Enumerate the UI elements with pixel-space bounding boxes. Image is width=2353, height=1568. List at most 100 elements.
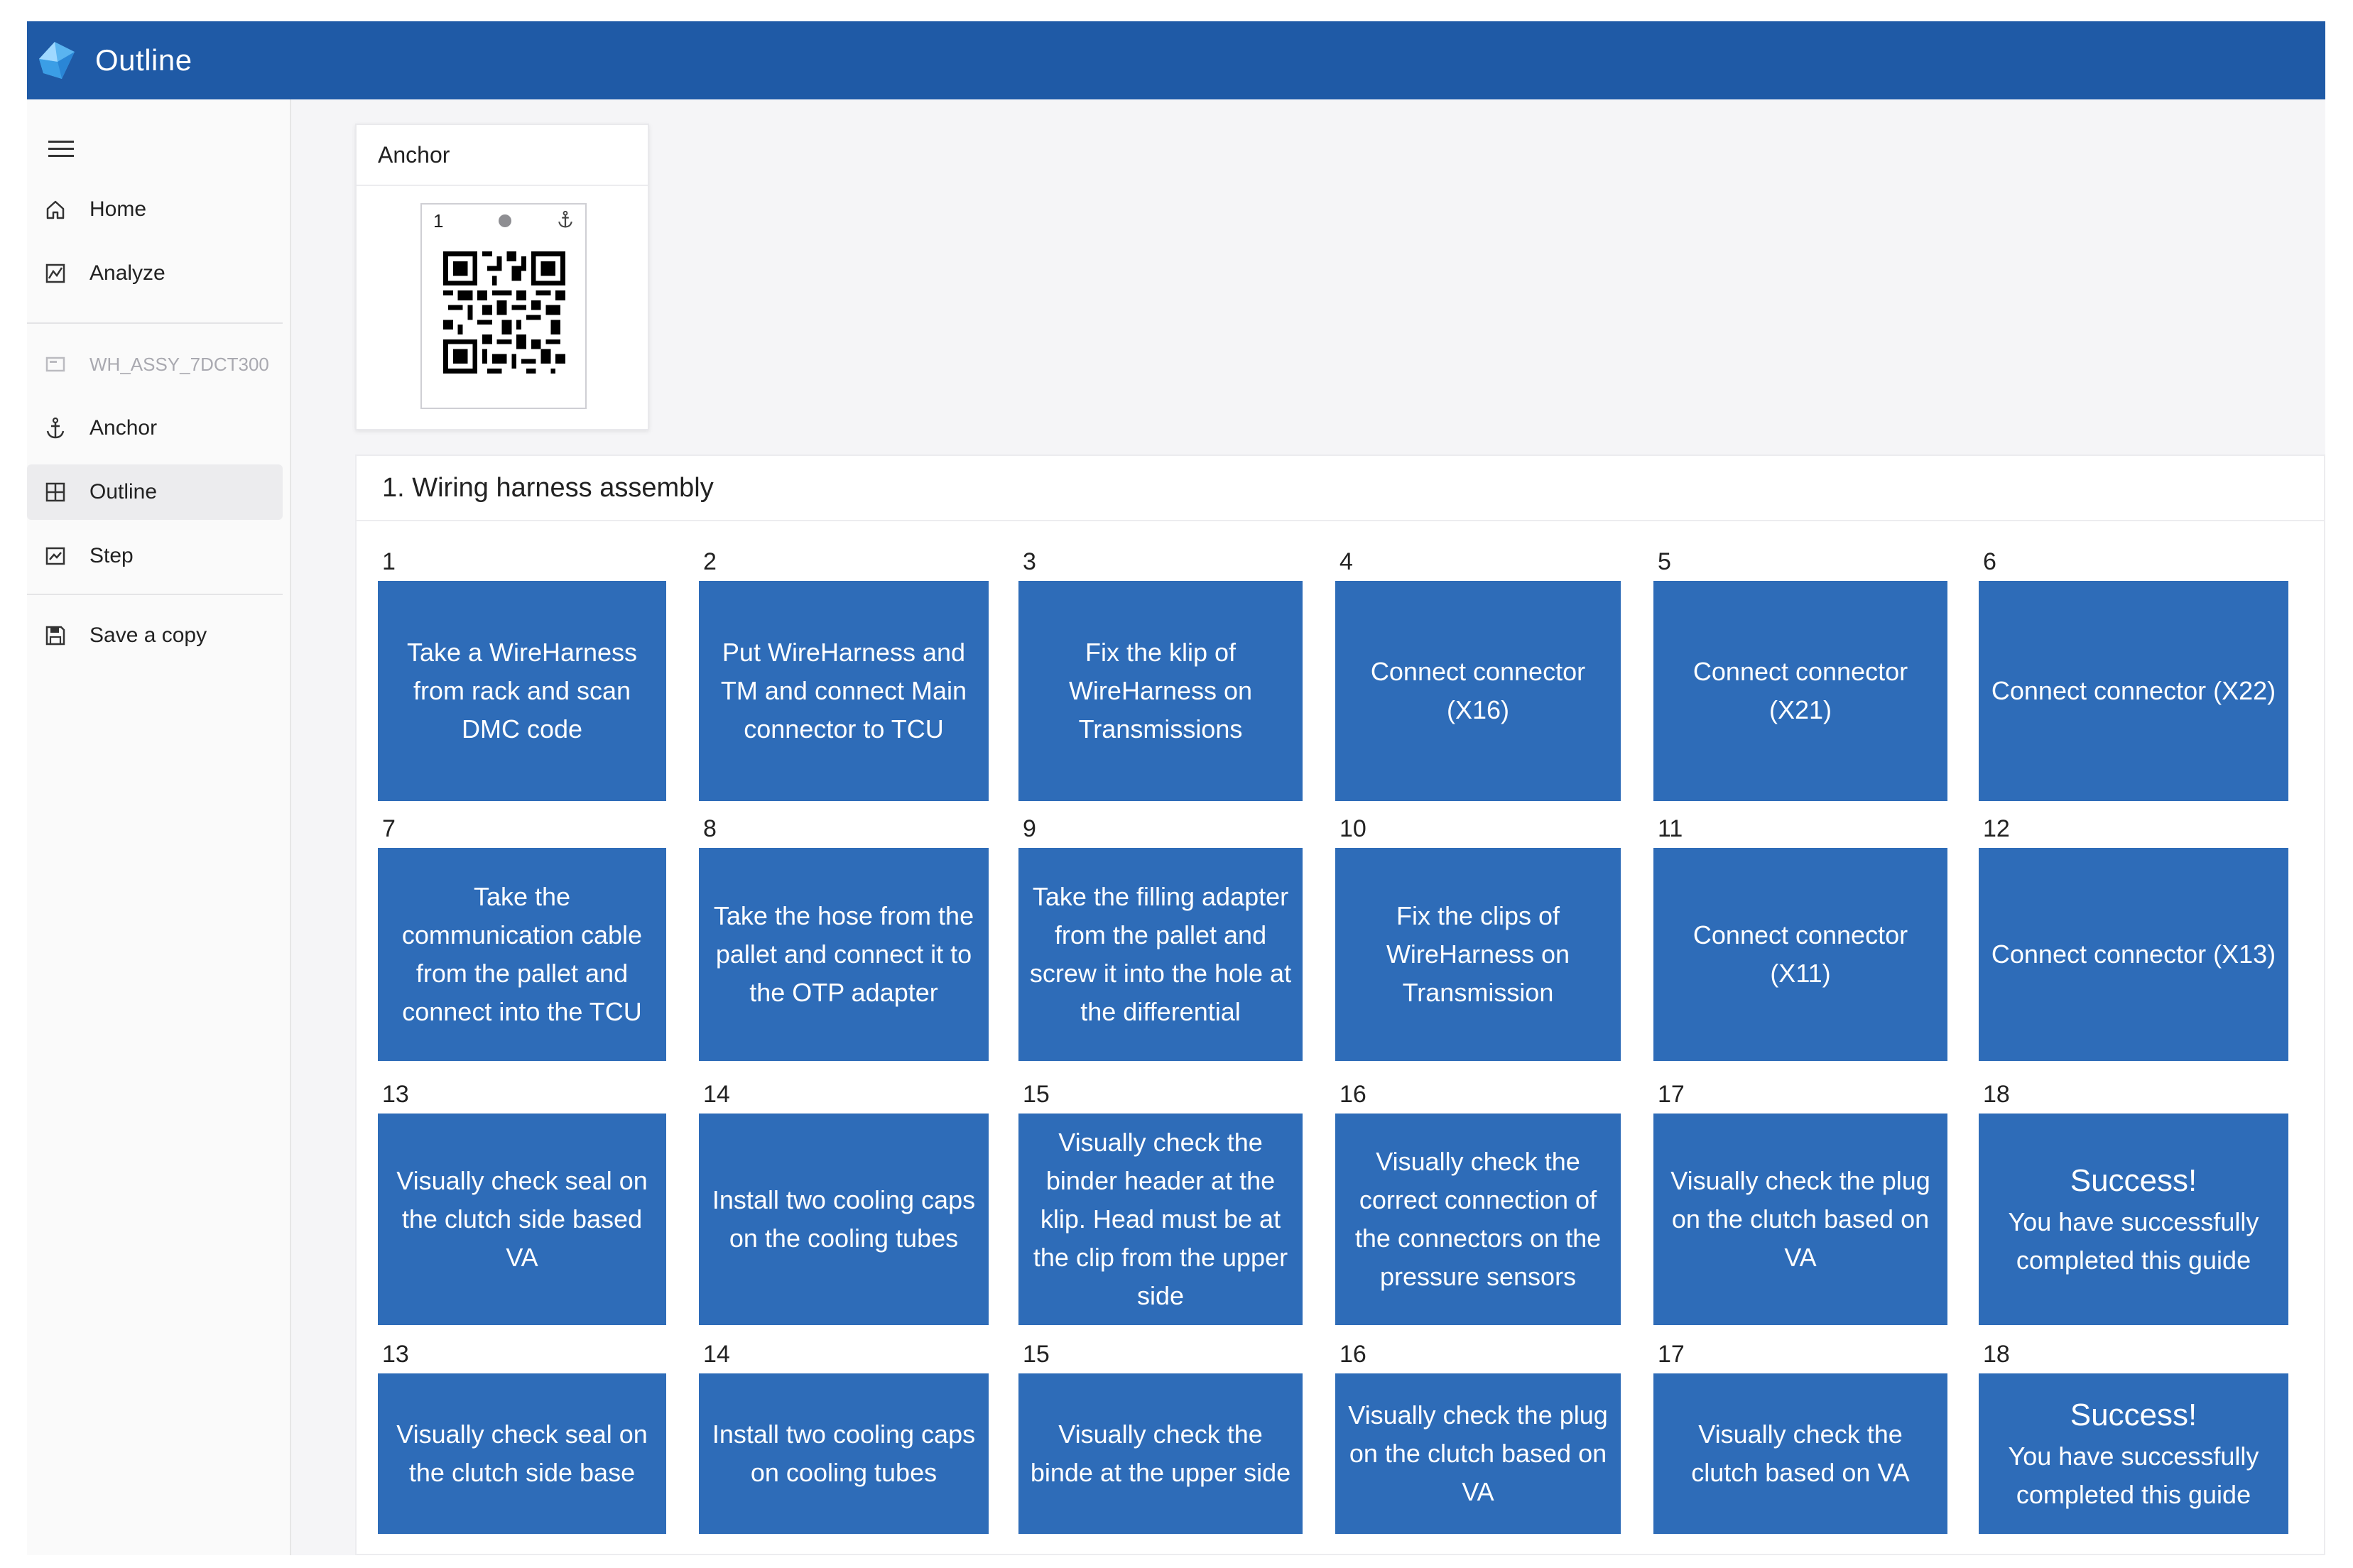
step-tile[interactable]: Install two cooling caps on cooling tube…: [699, 1373, 989, 1534]
step-number: 4: [1339, 548, 1353, 575]
step-number: 15: [1023, 1341, 1050, 1368]
sidebar-item-step[interactable]: Step: [27, 528, 283, 584]
step-number: 11: [1658, 815, 1683, 842]
step-tile-text: Connect connector (X16): [1370, 657, 1586, 724]
qr-tile-number: 1: [433, 210, 444, 232]
step-tile[interactable]: Fix the klip of WireHarness on Transmiss…: [1018, 581, 1303, 801]
step-tile-text: Visually check seal on the clutch side b…: [396, 1420, 648, 1487]
sidebar-item-home[interactable]: Home: [27, 182, 283, 237]
step-card: 13 Visually check seal on the clutch side…: [378, 1081, 666, 1325]
step-tile-text: You have successfully completed this gui…: [2008, 1207, 2259, 1275]
step-tile[interactable]: Visually check the plug on the clutch ba…: [1335, 1373, 1621, 1534]
step-number: 18: [1983, 1081, 2010, 1108]
sidebar-item-label: Save a copy: [89, 624, 207, 647]
step-card: 13 Visually check seal on the clutch side…: [378, 1341, 666, 1534]
step-card: 4 Connect connector (X16): [1335, 548, 1621, 801]
sidebar-item-anchor[interactable]: Anchor: [27, 401, 283, 456]
step-tile[interactable]: Success! You have successfully completed …: [1979, 1373, 2288, 1534]
step-number: 3: [1023, 548, 1036, 575]
step-tile[interactable]: Fix the clips of WireHarness on Transmis…: [1335, 848, 1621, 1061]
step-tile[interactable]: Take a WireHarness from rack and scan DM…: [378, 581, 666, 801]
step-tile-text: Take the communication cable from the pa…: [401, 882, 643, 1026]
step-tile[interactable]: Visually check the plug on the clutch ba…: [1653, 1114, 1947, 1325]
step-tile-text: Install two cooling caps on cooling tube…: [712, 1420, 976, 1487]
title-bar: Outline: [27, 21, 2325, 99]
sidebar-item-outline[interactable]: Outline: [27, 464, 283, 520]
app-logo-icon: [33, 37, 80, 84]
step-tile[interactable]: Visually check the clutch based on VA: [1653, 1373, 1947, 1534]
step-card: 7 Take the communication cable from the p…: [378, 815, 666, 1061]
outline-icon: [40, 477, 71, 508]
step-tile[interactable]: Take the communication cable from the pa…: [378, 848, 666, 1061]
step-tile[interactable]: Visually check seal on the clutch side b…: [378, 1114, 666, 1325]
anchor-card: Anchor 1: [355, 124, 649, 430]
sidebar-item-label: WH_ASSY_7DCT300: [89, 353, 269, 375]
step-card: 18 Success! You have successfully complete…: [1979, 1081, 2288, 1325]
step-tile-text: Install two cooling caps on the cooling …: [712, 1185, 976, 1253]
document-icon: [40, 349, 71, 380]
step-tile[interactable]: Visually check the correct connection of…: [1335, 1114, 1621, 1325]
step-number: 17: [1658, 1081, 1685, 1108]
step-number: 12: [1983, 815, 2010, 842]
status-dot-icon: [499, 214, 511, 227]
step-number: 14: [703, 1341, 730, 1368]
anchor-icon: [40, 413, 71, 444]
step-tile[interactable]: Visually check seal on the clutch side b…: [378, 1373, 666, 1534]
step-number: 17: [1658, 1341, 1685, 1368]
step-tile-text: Take the filling adapter from the pallet…: [1029, 882, 1292, 1026]
section-title: 1. Wiring harness assembly: [357, 456, 2324, 521]
analyze-icon: [40, 258, 71, 289]
sidebar-item-label: Home: [89, 197, 147, 221]
step-tile[interactable]: Take the filling adapter from the pallet…: [1018, 848, 1303, 1061]
outline-section: 1. Wiring harness assembly 1 Take a WireH…: [355, 454, 2325, 1555]
step-tile-text: Visually check the binde at the upper si…: [1030, 1420, 1291, 1487]
step-tile[interactable]: Visually check the binder header at the …: [1018, 1114, 1303, 1325]
step-tile[interactable]: Connect connector (X16): [1335, 581, 1621, 801]
step-tile[interactable]: Connect connector (X22): [1979, 581, 2288, 801]
step-tile-text: Connect connector (X21): [1692, 657, 1908, 724]
step-number: 16: [1339, 1341, 1366, 1368]
app-window: Outline Home Analyze WH_ASSY_7DCT300 Anc…: [27, 21, 2325, 1555]
step-icon: [40, 540, 71, 572]
step-number: 5: [1658, 548, 1671, 575]
step-card: 9 Take the filling adapter from the palle…: [1018, 815, 1303, 1061]
step-card: 15 Visually check the binde at the upper …: [1018, 1341, 1303, 1534]
step-tile[interactable]: Connect connector (X11): [1653, 848, 1947, 1061]
save-icon: [40, 620, 71, 651]
step-tile[interactable]: Connect connector (X21): [1653, 581, 1947, 801]
anchor-qr-tile[interactable]: 1: [420, 203, 587, 409]
anchor-icon: [557, 210, 575, 230]
step-tile-text: Connect connector (X13): [1991, 940, 2276, 969]
step-card: 11 Connect connector (X11): [1653, 815, 1947, 1061]
step-card: 14 Install two cooling caps on cooling tu…: [699, 1341, 989, 1534]
step-number: 16: [1339, 1081, 1366, 1108]
step-number: 6: [1983, 548, 1996, 575]
step-number: 9: [1023, 815, 1036, 842]
sidebar-item-guide: WH_ASSY_7DCT300: [27, 337, 283, 392]
step-tile-text: Put WireHarness and TM and connect Main …: [720, 638, 967, 744]
step-card: 10 Fix the clips of WireHarness on Transm…: [1335, 815, 1621, 1061]
step-tile[interactable]: Success! You have successfully completed …: [1979, 1114, 2288, 1325]
step-number: 15: [1023, 1081, 1050, 1108]
step-card: 17 Visually check the plug on the clutch …: [1653, 1081, 1947, 1325]
sidebar-item-save-copy[interactable]: Save a copy: [27, 608, 283, 663]
step-tile[interactable]: Take the hose from the pallet and connec…: [699, 848, 989, 1061]
qr-code-image: [443, 251, 565, 374]
step-tile[interactable]: Put WireHarness and TM and connect Main …: [699, 581, 989, 801]
step-tile-text: Take the hose from the pallet and connec…: [713, 901, 974, 1007]
step-number: 10: [1339, 815, 1366, 842]
sidebar-divider: [27, 322, 283, 324]
step-card: 15 Visually check the binder header at th…: [1018, 1081, 1303, 1325]
step-number: 13: [382, 1081, 409, 1108]
step-tile[interactable]: Connect connector (X13): [1979, 848, 2288, 1061]
step-tile-text: Visually check seal on the clutch side b…: [396, 1166, 648, 1272]
step-card: 3 Fix the klip of WireHarness on Transmis…: [1018, 548, 1303, 801]
anchor-card-header: Anchor: [357, 125, 648, 186]
sidebar-item-analyze[interactable]: Analyze: [27, 246, 283, 301]
hamburger-menu-icon[interactable]: [40, 132, 82, 166]
step-number: 2: [703, 548, 717, 575]
step-tile[interactable]: Install two cooling caps on the cooling …: [699, 1114, 989, 1325]
step-card: 2 Put WireHarness and TM and connect Main…: [699, 548, 989, 801]
step-tile[interactable]: Visually check the binde at the upper si…: [1018, 1373, 1303, 1534]
step-tile-title: Success!: [2070, 1163, 2197, 1199]
